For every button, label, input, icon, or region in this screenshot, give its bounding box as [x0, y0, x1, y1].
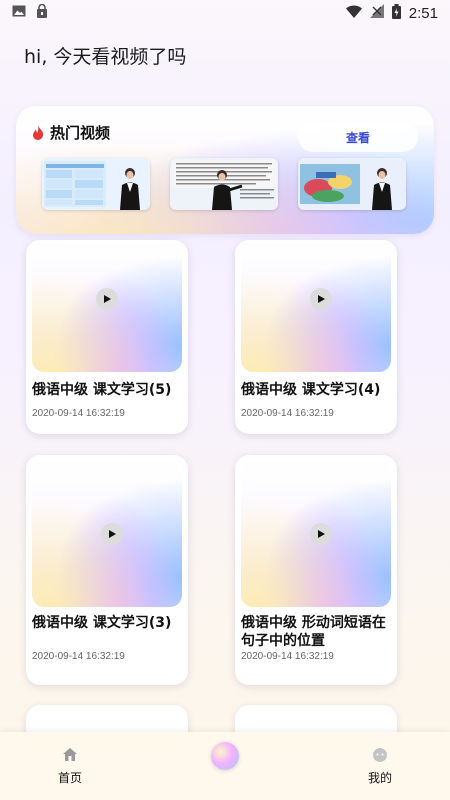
video-card[interactable]: 俄语中级 课文学习(4) 2020-09-14 16:32:19: [235, 240, 397, 434]
nav-mine-label: 我的: [367, 770, 392, 785]
hot-video-thumbnail[interactable]: [170, 158, 278, 210]
status-bar: 2:51: [0, 0, 450, 26]
view-all-button[interactable]: 查看: [298, 122, 418, 152]
battery-icon: [391, 3, 401, 23]
image-icon: [12, 5, 26, 21]
nav-home[interactable]: 首页: [30, 732, 110, 800]
hot-video-thumbnail[interactable]: [42, 158, 150, 210]
video-card[interactable]: 俄语中级 课文学习(3) 2020-09-14 16:32:19: [26, 455, 188, 685]
nav-home-label: 首页: [57, 770, 82, 785]
video-date: 2020-09-14 16:32:19: [241, 408, 334, 419]
hot-videos-title: 热门视频: [50, 124, 111, 142]
video-title: 俄语中级 课文学习(5): [32, 382, 172, 398]
hot-videos-card: 热门视频 查看: [16, 106, 434, 234]
video-card[interactable]: 俄语中级 形动词短语在句子中的位置 2020-09-14 16:32:19: [235, 455, 397, 685]
clock-time: 2:51: [408, 4, 438, 22]
home-icon: [62, 747, 78, 765]
play-icon[interactable]: [96, 288, 118, 310]
video-date: 2020-09-14 16:32:19: [241, 651, 334, 662]
hot-video-thumbnail[interactable]: [298, 158, 406, 210]
play-icon[interactable]: [310, 523, 332, 545]
video-cover[interactable]: [32, 240, 182, 372]
video-title: 俄语中级 形动词短语在句子中的位置: [241, 615, 386, 649]
video-card[interactable]: 俄语中级 课文学习(5) 2020-09-14 16:32:19: [26, 240, 188, 434]
video-date: 2020-09-14 16:32:19: [32, 408, 125, 419]
wifi-icon: [345, 4, 362, 22]
profile-icon: [372, 747, 388, 765]
signal-icon: [369, 4, 384, 22]
video-cover[interactable]: [32, 461, 182, 607]
play-icon[interactable]: [101, 523, 123, 545]
flame-icon: [32, 125, 44, 140]
lock-icon: [36, 3, 48, 22]
play-icon[interactable]: [310, 288, 332, 310]
center-action-button[interactable]: [211, 742, 239, 770]
hot-videos-header: 热门视频: [32, 122, 110, 143]
nav-mine[interactable]: 我的: [340, 732, 420, 800]
video-title: 俄语中级 课文学习(4): [241, 382, 381, 398]
video-cover[interactable]: [241, 240, 391, 372]
greeting-text: hi, 今天看视频了吗: [24, 46, 187, 68]
hot-thumbnails: [42, 158, 406, 210]
video-date: 2020-09-14 16:32:19: [32, 651, 125, 662]
video-title: 俄语中级 课文学习(3): [32, 615, 172, 631]
video-cover[interactable]: [241, 461, 391, 607]
